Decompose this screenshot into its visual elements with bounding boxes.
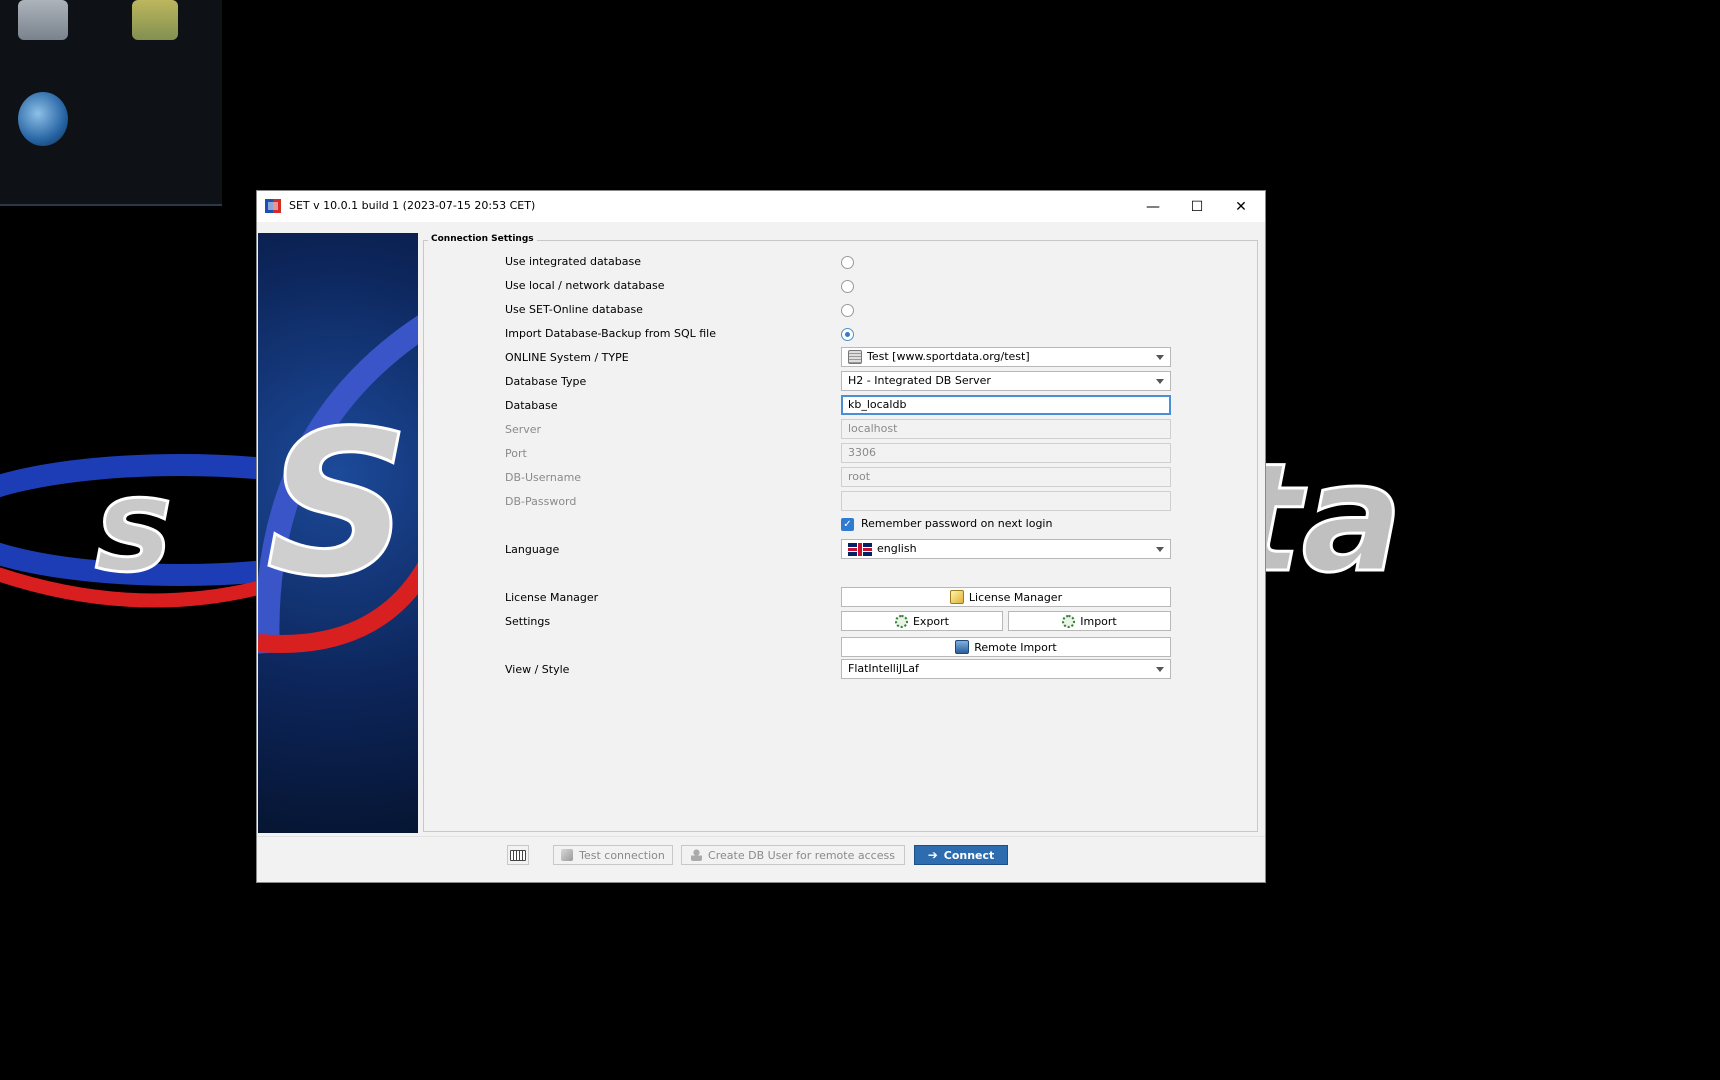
import-settings-button[interactable]: Import xyxy=(1008,611,1171,631)
chevron-down-icon xyxy=(1156,355,1164,360)
remember-password-label[interactable]: Remember password on next login xyxy=(861,517,1052,530)
svg-text:s: s xyxy=(95,450,172,601)
license-manager-button[interactable]: License Manager xyxy=(841,587,1171,607)
desktop-icon-computer[interactable] xyxy=(18,0,68,40)
db-username-label: DB-Username xyxy=(505,471,582,484)
option-local-network-label: Use local / network database xyxy=(505,279,665,292)
title-bar[interactable]: SET v 10.0.1 build 1 (2023-07-15 20:53 C… xyxy=(257,191,1265,222)
sidebar-logo-image: S xyxy=(258,233,418,833)
set-connection-window: SET v 10.0.1 build 1 (2023-07-15 20:53 C… xyxy=(256,190,1266,883)
server-input[interactable]: localhost xyxy=(841,419,1171,439)
check-icon xyxy=(561,849,574,861)
remote-import-button[interactable]: Remote Import xyxy=(841,637,1171,657)
monitor-icon xyxy=(955,640,970,654)
port-input[interactable]: 3306 xyxy=(841,443,1171,463)
online-system-select[interactable]: Test [www.sportdata.org/test] xyxy=(841,347,1171,367)
footer-divider xyxy=(257,836,1265,837)
create-db-user-button[interactable]: Create DB User for remote access xyxy=(681,845,905,865)
view-style-select[interactable]: FlatIntelliJLaf xyxy=(841,659,1171,679)
connection-settings-legend: Connection Settings xyxy=(428,234,537,244)
language-select[interactable]: english xyxy=(841,539,1171,559)
db-type-value: H2 - Integrated DB Server xyxy=(848,374,991,387)
option-online-label: Use SET-Online database xyxy=(505,303,643,316)
export-settings-button[interactable]: Export xyxy=(841,611,1003,631)
view-style-value: FlatIntelliJLaf xyxy=(848,662,919,675)
settings-label: Settings xyxy=(505,615,551,628)
test-connection-button[interactable]: Test connection xyxy=(553,845,673,865)
test-connection-label: Test connection xyxy=(579,848,665,862)
chevron-down-icon xyxy=(1156,667,1164,672)
app-icon xyxy=(265,199,281,213)
gear-icon xyxy=(894,614,908,628)
option-import-sql-label: Import Database-Backup from SQL file xyxy=(505,327,716,340)
option-integrated-radio[interactable] xyxy=(841,256,854,269)
desktop-icon-app[interactable] xyxy=(18,92,68,146)
license-manager-button-label: License Manager xyxy=(968,590,1063,604)
language-label: Language xyxy=(505,543,560,556)
close-button[interactable]: ✕ xyxy=(1219,191,1263,222)
connect-button[interactable]: ➔ Connect xyxy=(914,845,1008,865)
chevron-down-icon xyxy=(1156,379,1164,384)
keyboard-button[interactable] xyxy=(507,845,529,865)
db-username-input[interactable]: root xyxy=(841,467,1171,487)
db-type-select[interactable]: H2 - Integrated DB Server xyxy=(841,371,1171,391)
minimize-button[interactable]: — xyxy=(1131,191,1175,222)
server-label: Server xyxy=(505,423,542,436)
online-system-value: Test [www.sportdata.org/test] xyxy=(867,350,1030,363)
svg-text:S: S xyxy=(266,388,410,621)
online-system-label: ONLINE System / TYPE xyxy=(505,351,629,364)
database-icon xyxy=(848,350,862,364)
chevron-down-icon xyxy=(1156,547,1164,552)
port-label: Port xyxy=(505,447,527,460)
certificate-icon xyxy=(949,590,964,604)
connect-label: Connect xyxy=(943,848,995,862)
option-import-sql-radio[interactable] xyxy=(841,328,854,341)
option-integrated-label: Use integrated database xyxy=(505,255,641,268)
create-db-user-label: Create DB User for remote access xyxy=(708,848,895,862)
option-local-network-radio[interactable] xyxy=(841,280,854,293)
db-password-label: DB-Password xyxy=(505,495,577,508)
database-input[interactable]: kb_localdb xyxy=(841,395,1171,415)
view-style-label: View / Style xyxy=(505,663,570,676)
license-manager-label: License Manager xyxy=(505,591,599,604)
remote-import-button-label: Remote Import xyxy=(974,640,1057,654)
remember-password-checkbox[interactable]: ✓ xyxy=(841,518,854,531)
option-online-radio[interactable] xyxy=(841,304,854,317)
database-label: Database xyxy=(505,399,558,412)
language-value: english xyxy=(877,542,917,555)
keyboard-icon xyxy=(510,849,526,861)
gear-icon xyxy=(1062,614,1076,628)
export-button-label: Export xyxy=(912,614,949,628)
maximize-button[interactable]: ☐ xyxy=(1175,191,1219,222)
import-button-label: Import xyxy=(1080,614,1117,628)
uk-flag-icon xyxy=(848,542,872,556)
desktop-icon-folder[interactable] xyxy=(132,0,178,40)
db-password-input[interactable] xyxy=(841,491,1171,511)
user-icon xyxy=(691,849,703,861)
arrow-right-icon: ➔ xyxy=(927,848,938,862)
db-type-label: Database Type xyxy=(505,375,587,388)
window-title: SET v 10.0.1 build 1 (2023-07-15 20:53 C… xyxy=(289,199,536,212)
